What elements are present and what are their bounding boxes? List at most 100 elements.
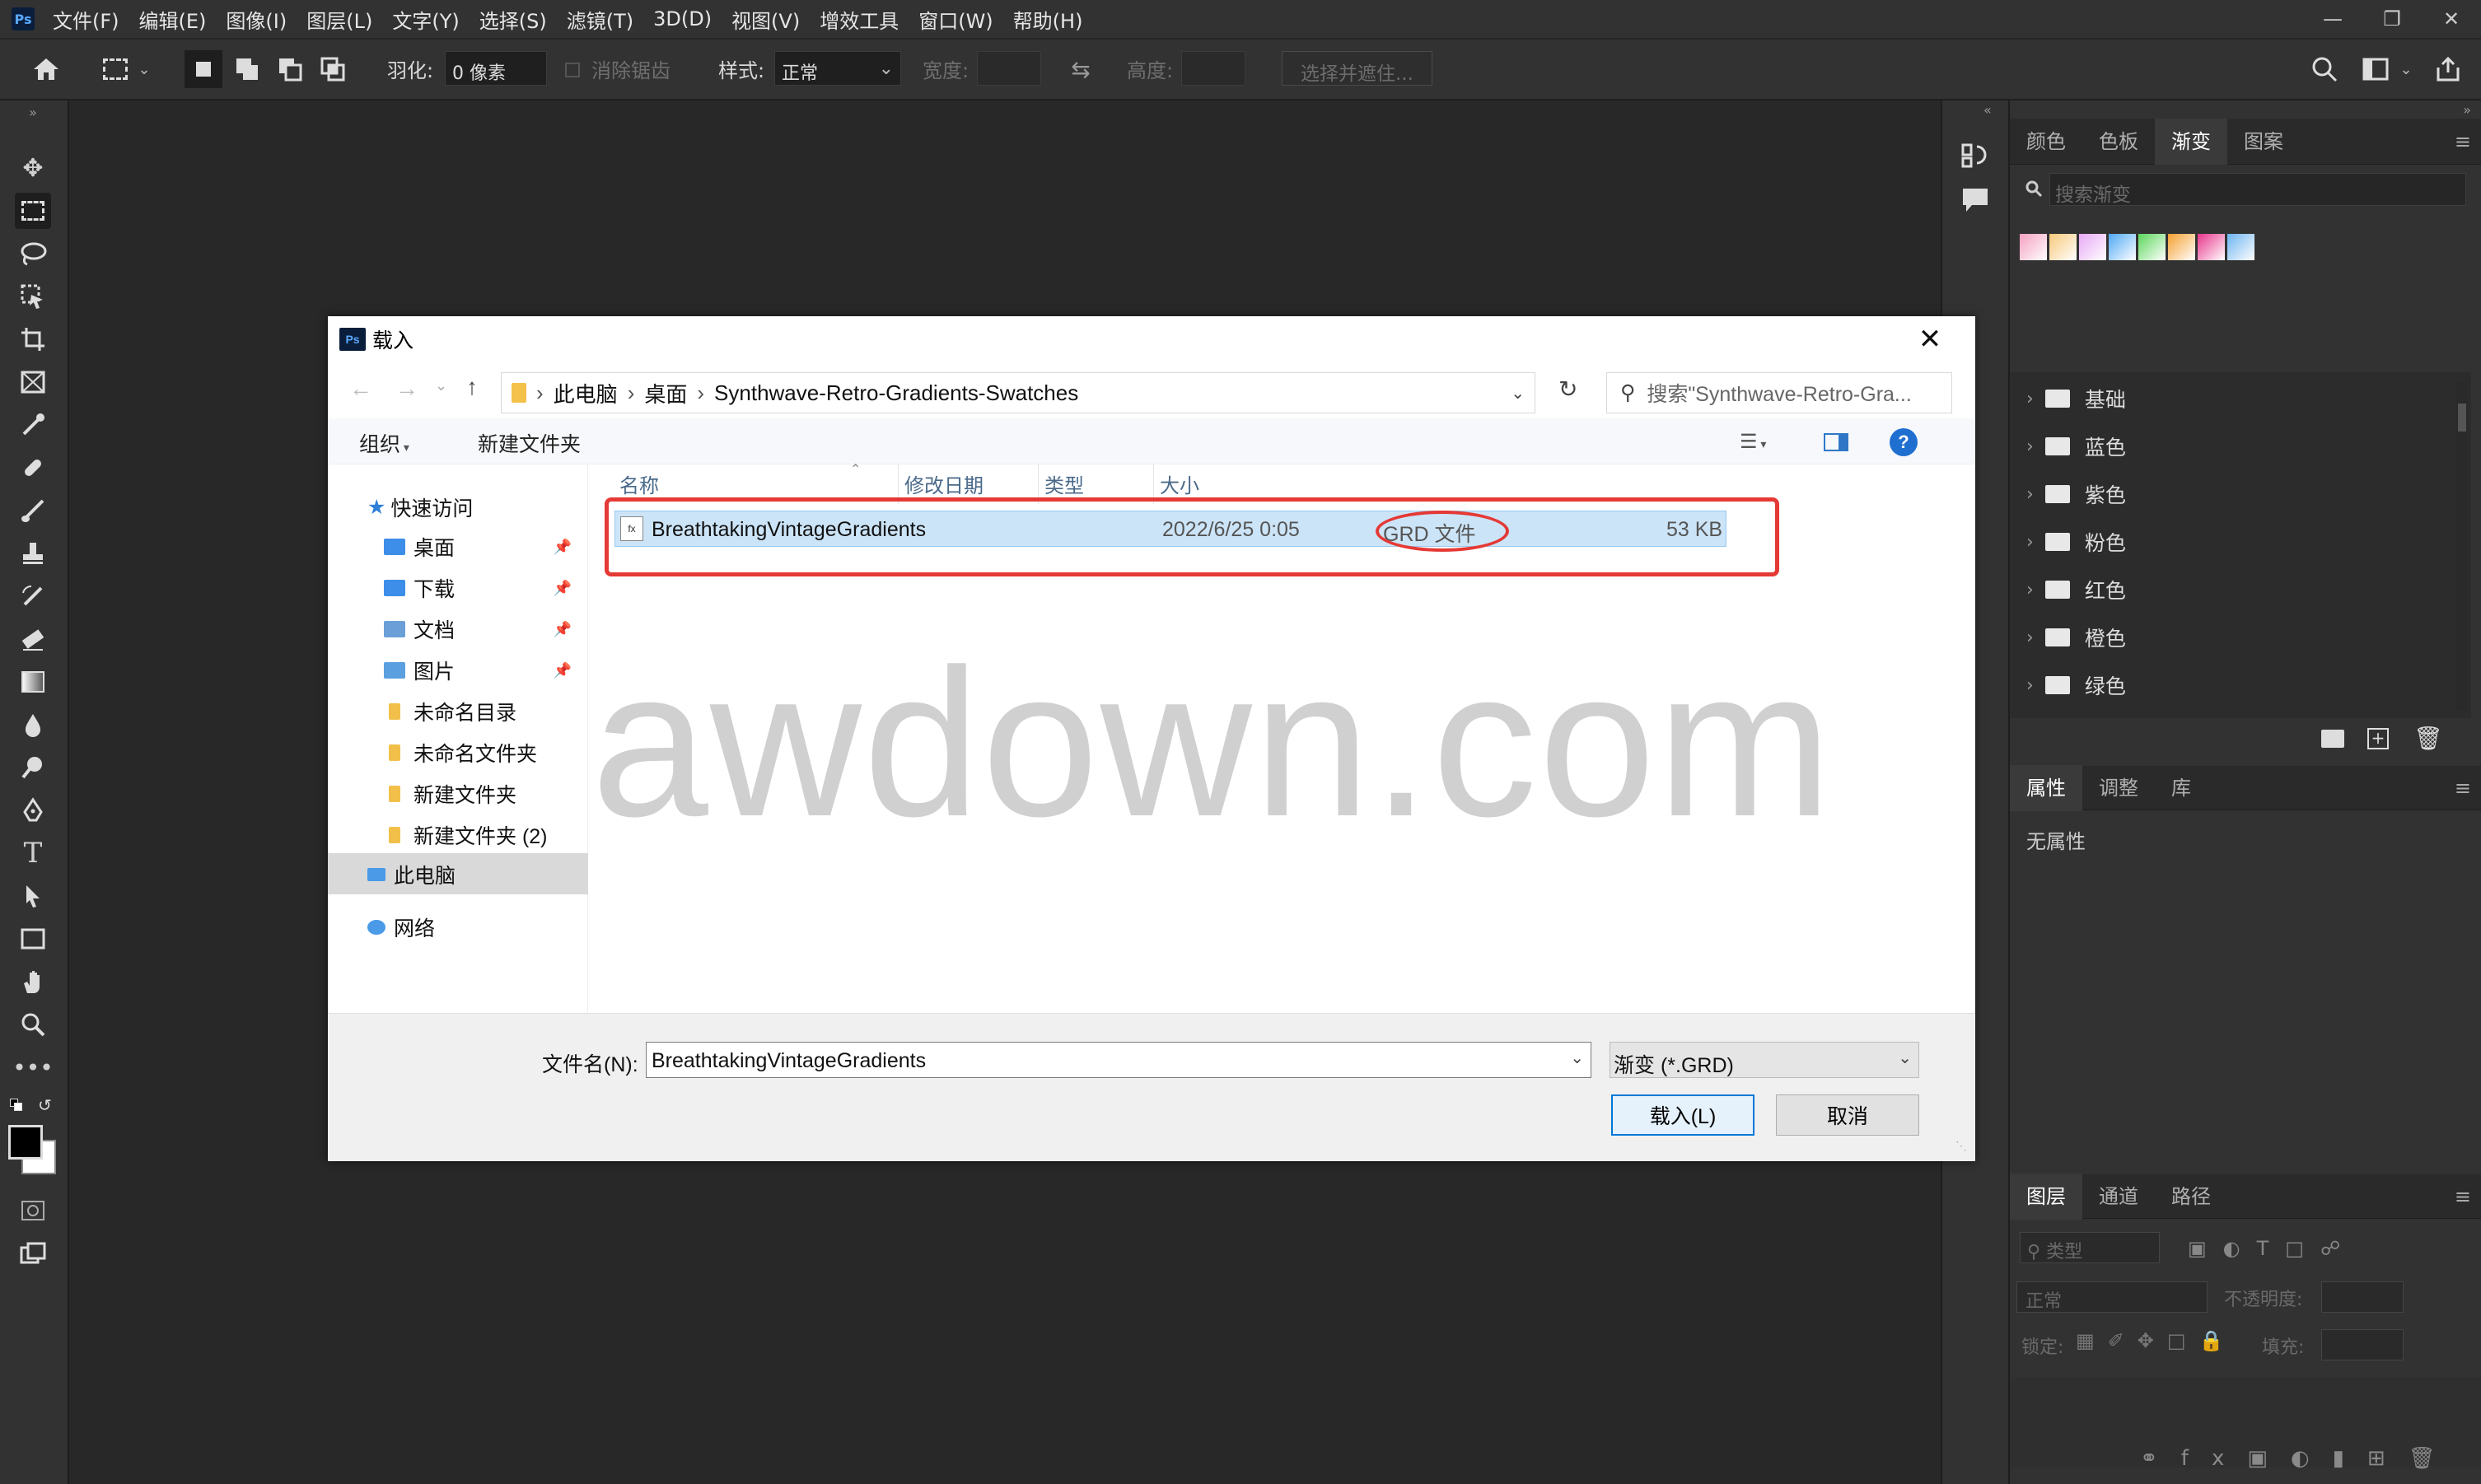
forward-icon[interactable]: → — [395, 376, 418, 402]
gradient-tool-icon[interactable] — [15, 664, 51, 700]
share-icon[interactable] — [2432, 53, 2465, 86]
height-input[interactable] — [1181, 51, 1245, 86]
tab-libraries[interactable]: 库 — [2155, 765, 2208, 811]
intersect-selection-icon[interactable] — [316, 53, 349, 86]
new-folder-button[interactable]: 新建文件夹 — [478, 428, 581, 458]
gradient-group-purple[interactable]: › 紫色 — [2026, 478, 2126, 511]
gradient-search-input[interactable]: 搜索渐变 — [2049, 173, 2466, 206]
resize-grip-icon[interactable]: ⋱ — [1955, 1139, 1967, 1153]
comments-panel-icon[interactable] — [1960, 186, 1993, 219]
breadcrumb-this-pc[interactable]: 此电脑 — [554, 378, 618, 408]
menu-type[interactable]: 文字(Y) — [392, 5, 459, 34]
healing-brush-icon[interactable] — [15, 450, 51, 486]
default-colors-icon[interactable] — [10, 1099, 23, 1112]
rectangle-tool-icon[interactable] — [15, 921, 51, 957]
nav-item-desktop[interactable]: 桌面 📌 — [384, 529, 582, 565]
eyedropper-icon[interactable] — [15, 407, 51, 443]
layer-filter-icons[interactable]: ▣◐T□☍ — [2188, 1237, 2357, 1260]
new-gradient-icon[interactable]: + — [2367, 728, 2389, 749]
add-selection-icon[interactable] — [231, 53, 264, 86]
chevron-down-icon[interactable]: ⌄ — [1570, 1048, 1584, 1068]
column-name[interactable]: 名称 — [619, 469, 659, 498]
address-bar[interactable]: › 此电脑 › 桌面 › Synthwave-Retro-Gradients-S… — [501, 372, 1535, 413]
panel-menu-icon[interactable]: ≡ — [2455, 777, 2471, 800]
back-icon[interactable]: ← — [349, 376, 372, 402]
tab-swatches[interactable]: 色板 — [2082, 119, 2155, 165]
zoom-tool-icon[interactable] — [15, 1006, 51, 1043]
menu-window[interactable]: 窗口(W) — [918, 5, 993, 34]
nav-network[interactable]: 网络 — [367, 909, 435, 945]
gradient-swatch[interactable] — [2079, 234, 2106, 260]
gradient-group-basic[interactable]: › 基础 — [2026, 382, 2126, 415]
quick-mask-icon[interactable] — [15, 1192, 51, 1229]
tab-adjustments[interactable]: 调整 — [2082, 765, 2155, 811]
chevron-down-icon[interactable]: ⌄ — [435, 377, 447, 394]
menu-3d[interactable]: 3D(D) — [653, 7, 712, 30]
menu-edit[interactable]: 编辑(E) — [139, 5, 207, 34]
workspace-icon[interactable] — [2359, 53, 2392, 86]
close-window-icon[interactable]: ✕ — [2422, 7, 2481, 30]
tab-layers[interactable]: 图层 — [2010, 1173, 2082, 1220]
minimize-icon[interactable]: — — [2303, 7, 2362, 30]
search-icon[interactable] — [2308, 53, 2341, 86]
tab-gradients[interactable]: 渐变 — [2155, 118, 2227, 165]
swap-colors-icon[interactable]: ↺ — [38, 1095, 52, 1115]
load-button[interactable]: 载入(L) — [1611, 1094, 1754, 1136]
select-mask-button[interactable]: 选择并遮住... — [1282, 51, 1432, 86]
refresh-icon[interactable]: ↻ — [1558, 376, 1577, 403]
foreground-color-swatch[interactable] — [8, 1125, 43, 1160]
cancel-button[interactable]: 取消 — [1776, 1094, 1919, 1136]
nav-item-downloads[interactable]: 下载 📌 — [384, 570, 582, 606]
nav-item-folder[interactable]: 未命名目录 — [384, 693, 516, 730]
type-tool-icon[interactable]: T — [15, 835, 51, 871]
nav-quick-access[interactable]: ★ 快速访问 — [367, 489, 473, 525]
more-tools-icon[interactable]: ••• — [12, 1049, 54, 1085]
eraser-icon[interactable] — [15, 621, 51, 657]
blur-tool-icon[interactable] — [15, 707, 51, 743]
menu-layer[interactable]: 图层(L) — [306, 5, 372, 34]
tab-color[interactable]: 颜色 — [2010, 119, 2082, 165]
tab-channels[interactable]: 通道 — [2082, 1174, 2155, 1220]
gradient-swatch[interactable] — [2109, 234, 2136, 260]
history-brush-icon[interactable] — [15, 578, 51, 614]
layer-filter-select[interactable]: ⚲ 类型 — [2020, 1232, 2160, 1263]
menu-file[interactable]: 文件(F) — [53, 5, 119, 34]
subtract-selection-icon[interactable] — [273, 53, 306, 86]
view-options-icon[interactable]: ☰ ▾ — [1740, 430, 1766, 454]
object-selection-icon[interactable] — [15, 278, 51, 315]
folder-search-input[interactable]: ⚲ 搜索"Synthwave-Retro-Gra... — [1606, 372, 1952, 413]
tab-paths[interactable]: 路径 — [2155, 1174, 2227, 1220]
gradient-swatch[interactable] — [2020, 234, 2047, 260]
tab-patterns[interactable]: 图案 — [2227, 119, 2300, 165]
pen-tool-icon[interactable] — [15, 792, 51, 828]
help-icon[interactable]: ? — [1890, 428, 1918, 456]
breadcrumb-desktop[interactable]: 桌面 — [644, 378, 687, 408]
column-date[interactable]: 修改日期 — [904, 469, 984, 498]
nav-item-folder[interactable]: 新建文件夹 — [384, 776, 516, 812]
organize-button[interactable]: 组织 ▾ — [359, 428, 409, 458]
collapse-icon[interactable]: « — [1983, 102, 1992, 118]
width-input[interactable] — [977, 51, 1041, 86]
dodge-tool-icon[interactable] — [15, 749, 51, 786]
trash-icon[interactable]: 🗑 — [2413, 725, 2443, 752]
fill-input[interactable] — [2321, 1329, 2404, 1360]
layers-footer-icons[interactable]: ⚭fx▣◐▮⊞🗑 — [2140, 1446, 2459, 1471]
column-type[interactable]: 类型 — [1044, 469, 1084, 498]
breadcrumb-folder[interactable]: Synthwave-Retro-Gradients-Swatches — [714, 380, 1078, 406]
home-icon[interactable] — [30, 53, 63, 86]
expand-icon[interactable]: » — [15, 104, 51, 120]
brush-tool-icon[interactable] — [15, 492, 51, 529]
nav-item-pictures[interactable]: 图片 📌 — [384, 652, 582, 688]
panel-menu-icon[interactable]: ≡ — [2455, 130, 2471, 153]
antialias-checkbox[interactable] — [565, 63, 580, 77]
gradient-swatch[interactable] — [2227, 234, 2254, 260]
chevron-down-icon[interactable]: ⌄ — [2395, 53, 2417, 86]
lock-icons[interactable]: ▦✐✥□🔒 — [2076, 1329, 2236, 1352]
crop-tool-icon[interactable] — [15, 321, 51, 357]
blend-mode-select[interactable]: 正常 — [2016, 1281, 2208, 1313]
nav-item-documents[interactable]: 文档 📌 — [384, 611, 582, 647]
menu-image[interactable]: 图像(I) — [226, 5, 287, 34]
gradient-group-orange[interactable]: › 橙色 — [2026, 621, 2126, 654]
column-size[interactable]: 大小 — [1160, 469, 1199, 498]
gradient-swatch[interactable] — [2138, 234, 2166, 260]
